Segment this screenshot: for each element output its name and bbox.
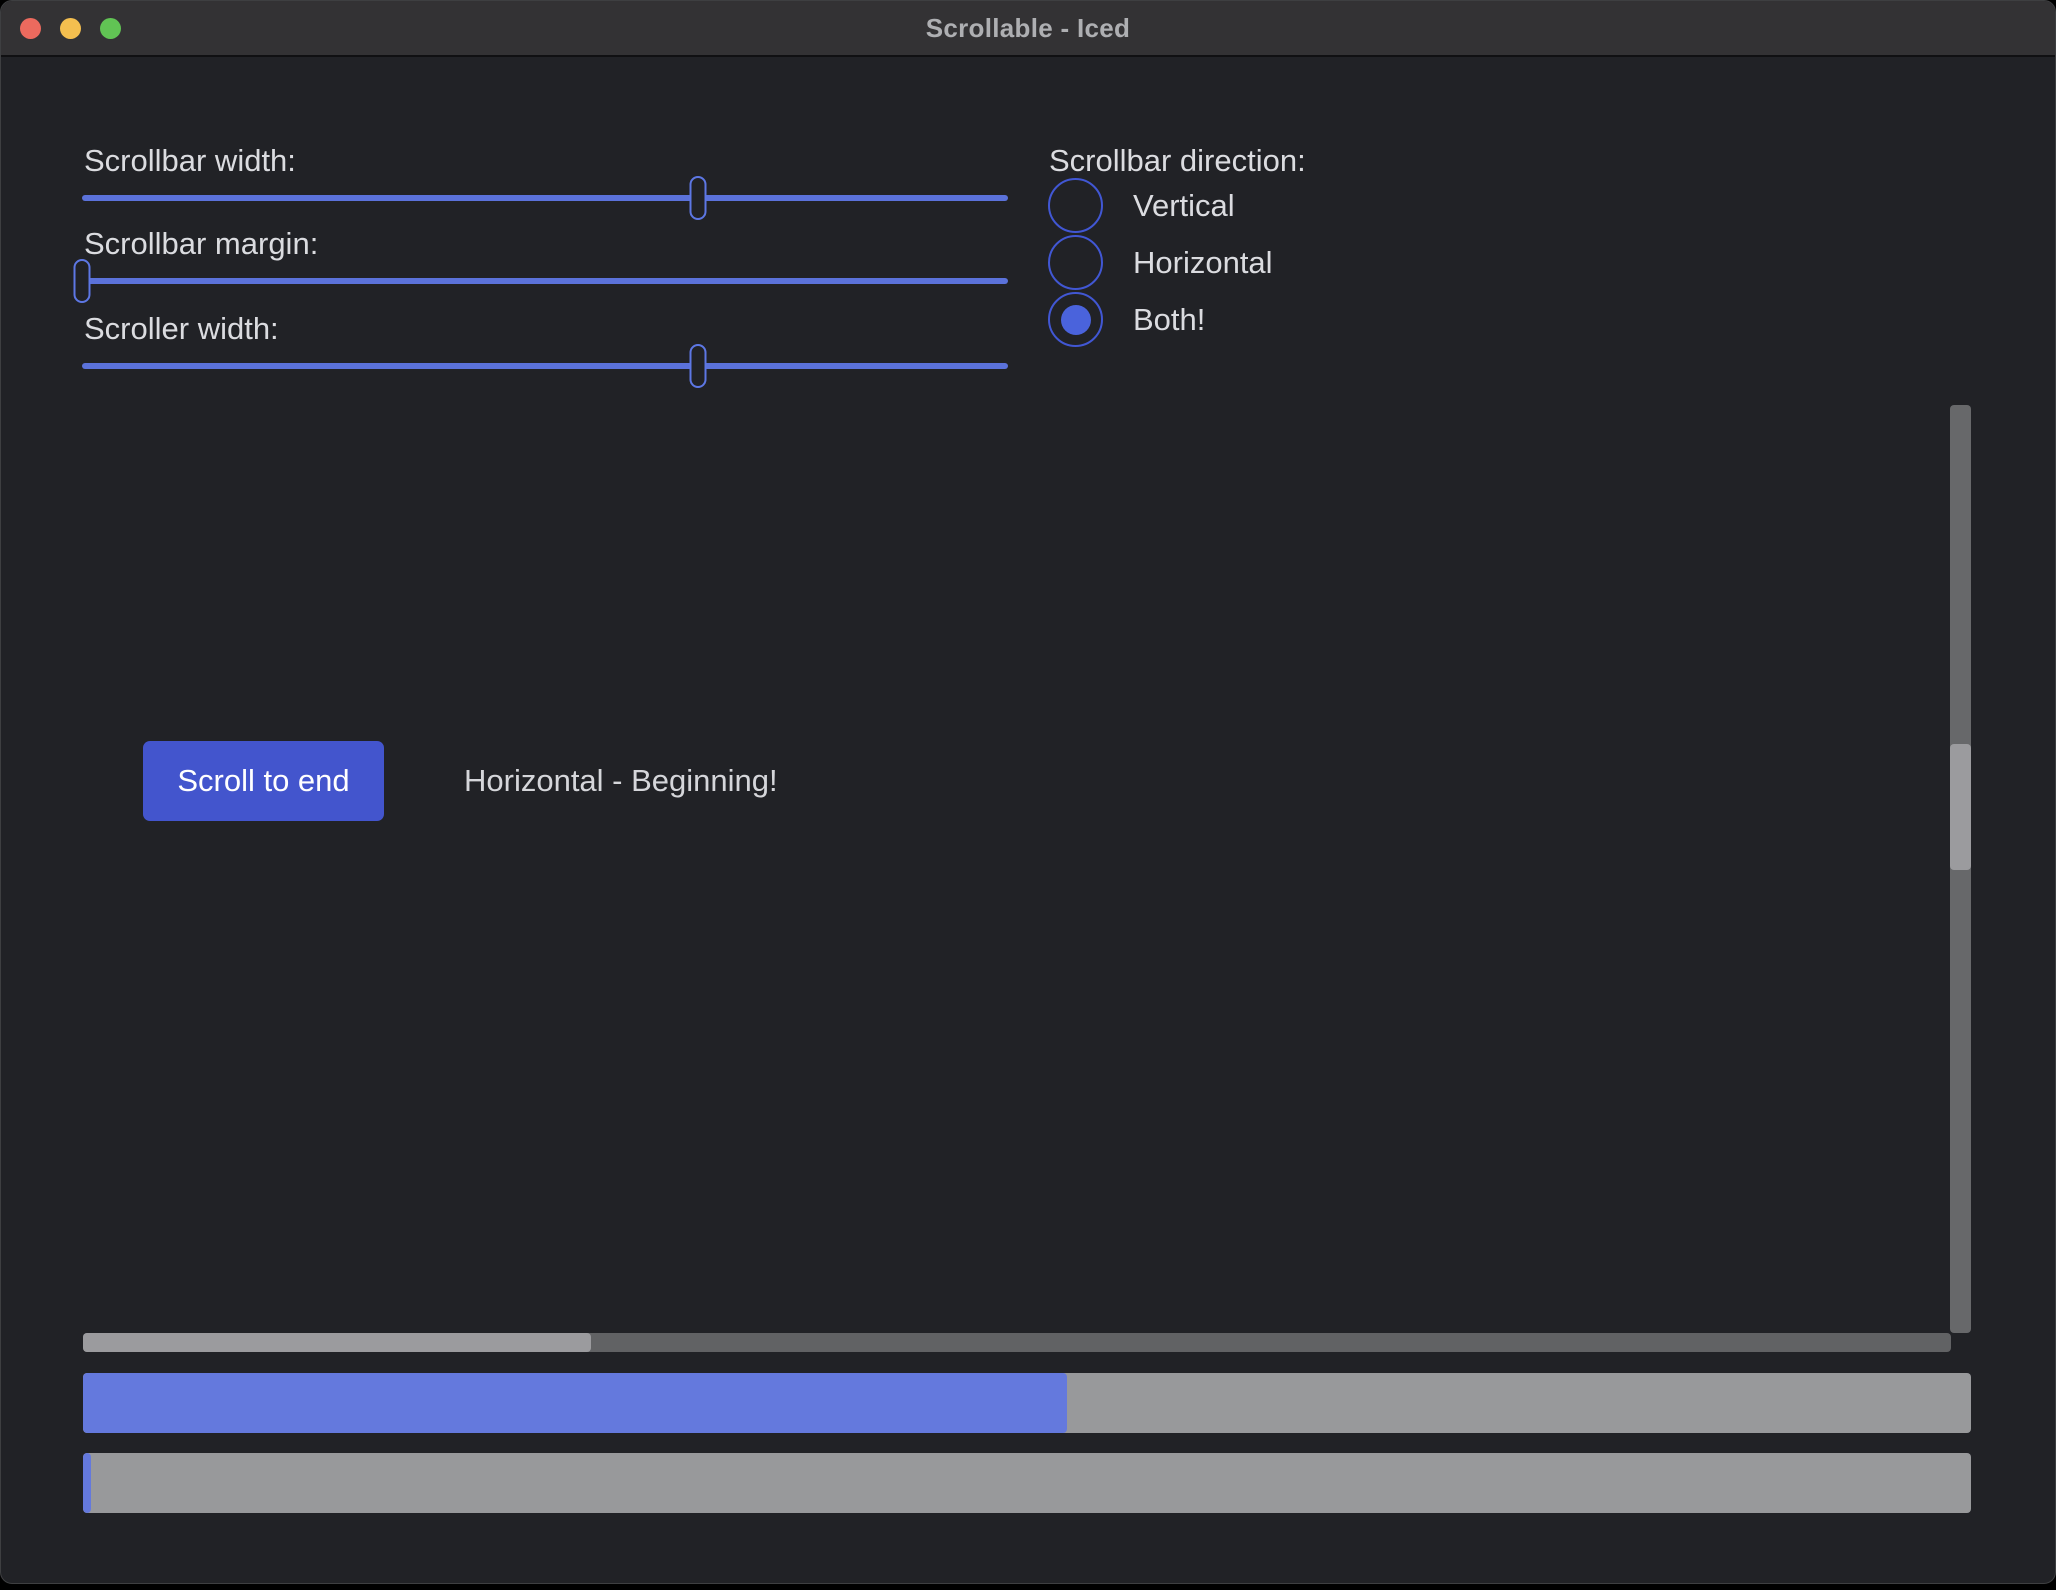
- scroll-to-end-button[interactable]: Scroll to end: [143, 741, 384, 821]
- progress-bar-2: [83, 1453, 1971, 1513]
- scroll-status-text: Horizontal - Beginning!: [464, 741, 778, 821]
- scroller-width-slider-handle[interactable]: [689, 344, 706, 388]
- scrollbar-width-label: Scrollbar width:: [84, 141, 296, 181]
- radio-vertical-label[interactable]: Vertical: [1133, 186, 1235, 226]
- horizontal-scrollbar-thumb[interactable]: [83, 1333, 591, 1352]
- progress-bar-1: [83, 1373, 1971, 1433]
- vertical-scrollbar-track[interactable]: [1950, 405, 1971, 1333]
- scrollbar-margin-slider[interactable]: [82, 278, 1008, 284]
- scrollbar-margin-label: Scrollbar margin:: [84, 224, 318, 264]
- radio-horizontal[interactable]: [1048, 235, 1103, 290]
- radio-both-label[interactable]: Both!: [1133, 300, 1205, 340]
- scroller-width-slider[interactable]: [82, 363, 1008, 369]
- window-title: Scrollable - Iced: [1, 1, 2055, 55]
- radio-both[interactable]: [1048, 292, 1103, 347]
- titlebar: Scrollable - Iced: [1, 1, 2055, 57]
- scrollbar-margin-slider-handle[interactable]: [74, 259, 91, 303]
- horizontal-scrollbar-track[interactable]: [83, 1333, 1951, 1352]
- scroller-width-label: Scroller width:: [84, 309, 279, 349]
- scrollbar-direction-label: Scrollbar direction:: [1049, 141, 1306, 181]
- radio-horizontal-label[interactable]: Horizontal: [1133, 243, 1273, 283]
- progress-bar-1-fill: [83, 1373, 1067, 1433]
- scrollbar-width-slider-handle[interactable]: [689, 176, 706, 220]
- vertical-scrollbar-thumb[interactable]: [1950, 744, 1971, 870]
- scrollbar-width-slider[interactable]: [82, 195, 1008, 201]
- app-window: Scrollable - Iced Scrollbar width: Scrol…: [0, 0, 2056, 1584]
- radio-vertical[interactable]: [1048, 178, 1103, 233]
- radio-both-dot: [1061, 305, 1091, 335]
- progress-bar-2-fill: [83, 1453, 91, 1513]
